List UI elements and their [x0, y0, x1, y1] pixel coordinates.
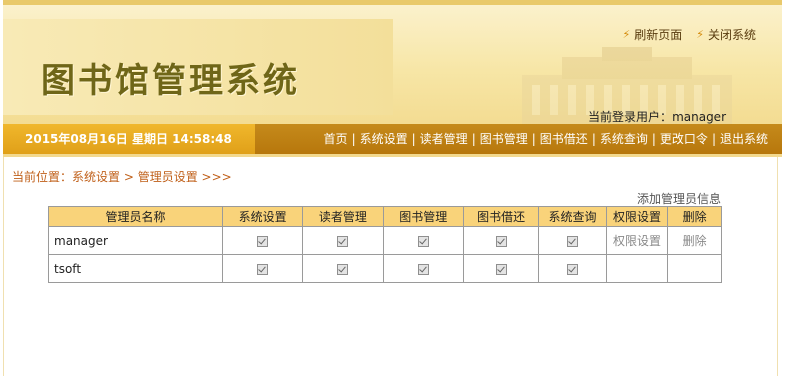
nav-separator: | — [591, 132, 596, 146]
perm-cell — [221, 226, 304, 255]
checkbox-checked-icon[interactable] — [337, 263, 349, 275]
perm-cell — [382, 226, 464, 255]
breadcrumb: 当前位置：系统设置 > 管理员设置 >>> — [12, 168, 232, 185]
nav-borrow-return[interactable]: 图书借还 — [540, 124, 588, 154]
nav-reader-management[interactable]: 读者管理 — [420, 124, 468, 154]
nav-home[interactable]: 首页 — [324, 124, 348, 154]
close-system-label: 关闭系统 — [707, 28, 756, 42]
close-system-link[interactable]: ⚡ 关闭系统 — [696, 26, 756, 43]
nav-bar: 2015年08月16日 星期日 14:58:48 首页 | 系统设置 | 读者管理 |… — [3, 124, 782, 157]
breadcrumb-prefix: 当前位置： — [12, 170, 73, 184]
app-title: 图书馆管理系统 — [41, 61, 300, 101]
table-header-row: 管理员名称 系统设置 读者管理 图书管理 图书借还 系统查询 权限设置 删除 — [48, 206, 722, 227]
checkbox-checked-icon[interactable] — [417, 263, 429, 275]
perm-cell — [538, 226, 607, 255]
admin-table: 管理员名称 系统设置 读者管理 图书管理 图书借还 系统查询 权限设置 删除 m… — [48, 206, 722, 283]
col-header-permission: 权限设置 — [605, 206, 669, 227]
nav-book-management[interactable]: 图书管理 — [480, 124, 528, 154]
nav-separator: | — [471, 132, 476, 146]
breadcrumb-arrow: > — [120, 170, 138, 184]
checkbox-checked-icon[interactable] — [495, 263, 507, 275]
nav-logout[interactable]: 退出系统 — [720, 124, 768, 154]
delete-cell — [667, 254, 722, 283]
table-row: manager 权限设置 删除 — [48, 226, 722, 255]
nav-links: 首页 | 系统设置 | 读者管理 | 图书管理 | 图书借还 | 系统查询 | 更改口令 | … — [324, 124, 768, 154]
perm-cell — [302, 226, 384, 255]
top-links: ⚡ 刷新页面 ⚡ 关闭系统 — [623, 26, 757, 43]
perm-cell — [462, 226, 540, 255]
nav-separator: | — [531, 132, 536, 146]
nav-system-query[interactable]: 系统查询 — [600, 124, 648, 154]
checkbox-checked-icon[interactable] — [257, 235, 269, 247]
col-header-system-settings: 系统设置 — [221, 206, 304, 227]
checkbox-checked-icon[interactable] — [257, 263, 269, 275]
checkbox-checked-icon[interactable] — [567, 235, 579, 247]
col-header-reader-management: 读者管理 — [302, 206, 384, 227]
nav-change-password[interactable]: 更改口令 — [660, 124, 708, 154]
current-user: 当前登录用户：manager — [588, 108, 726, 124]
bolt-icon: ⚡ — [696, 28, 704, 41]
perm-cell — [221, 254, 304, 283]
nav-system-settings[interactable]: 系统设置 — [360, 124, 408, 154]
col-header-name: 管理员名称 — [48, 206, 223, 227]
refresh-page-link[interactable]: ⚡ 刷新页面 — [623, 26, 683, 43]
header-banner: 图书馆管理系统 ⚡ 刷新页面 ⚡ 关闭系统 当前登录用户：manager — [3, 0, 782, 124]
nav-separator: | — [411, 132, 416, 146]
current-user-name: manager — [672, 110, 726, 124]
main-content: 当前位置：系统设置 > 管理员设置 >>> 添加管理员信息 管理员名称 系统设置… — [3, 157, 778, 376]
nav-separator: | — [651, 132, 656, 146]
checkbox-checked-icon[interactable] — [495, 235, 507, 247]
perm-cell — [302, 254, 384, 283]
col-header-borrow-return: 图书借还 — [462, 206, 540, 227]
perm-cell — [462, 254, 540, 283]
nav-separator: | — [711, 132, 716, 146]
checkbox-checked-icon[interactable] — [567, 263, 579, 275]
add-admin-link[interactable]: 添加管理员信息 — [637, 190, 721, 207]
delete-link[interactable]: 删除 — [667, 226, 722, 255]
refresh-page-label: 刷新页面 — [634, 28, 683, 42]
perm-cell — [382, 254, 464, 283]
set-permission-cell — [605, 254, 669, 283]
checkbox-checked-icon[interactable] — [337, 235, 349, 247]
current-datetime: 2015年08月16日 星期日 14:58:48 — [3, 124, 255, 154]
current-user-label: 当前登录用户： — [588, 110, 673, 124]
set-permission-link[interactable]: 权限设置 — [605, 226, 669, 255]
bolt-icon: ⚡ — [622, 28, 631, 41]
col-header-delete: 删除 — [667, 206, 722, 227]
admin-name: manager — [48, 226, 223, 255]
breadcrumb-system-settings[interactable]: 系统设置 — [72, 170, 120, 184]
breadcrumb-admin-settings[interactable]: 管理员设置 — [138, 170, 198, 184]
checkbox-checked-icon[interactable] — [417, 235, 429, 247]
nav-separator: | — [351, 132, 356, 146]
col-header-book-management: 图书管理 — [382, 206, 464, 227]
col-header-system-query: 系统查询 — [538, 206, 607, 227]
admin-name: tsoft — [48, 254, 223, 283]
table-row: tsoft — [48, 254, 722, 283]
breadcrumb-suffix: >>> — [197, 170, 232, 184]
perm-cell — [538, 254, 607, 283]
